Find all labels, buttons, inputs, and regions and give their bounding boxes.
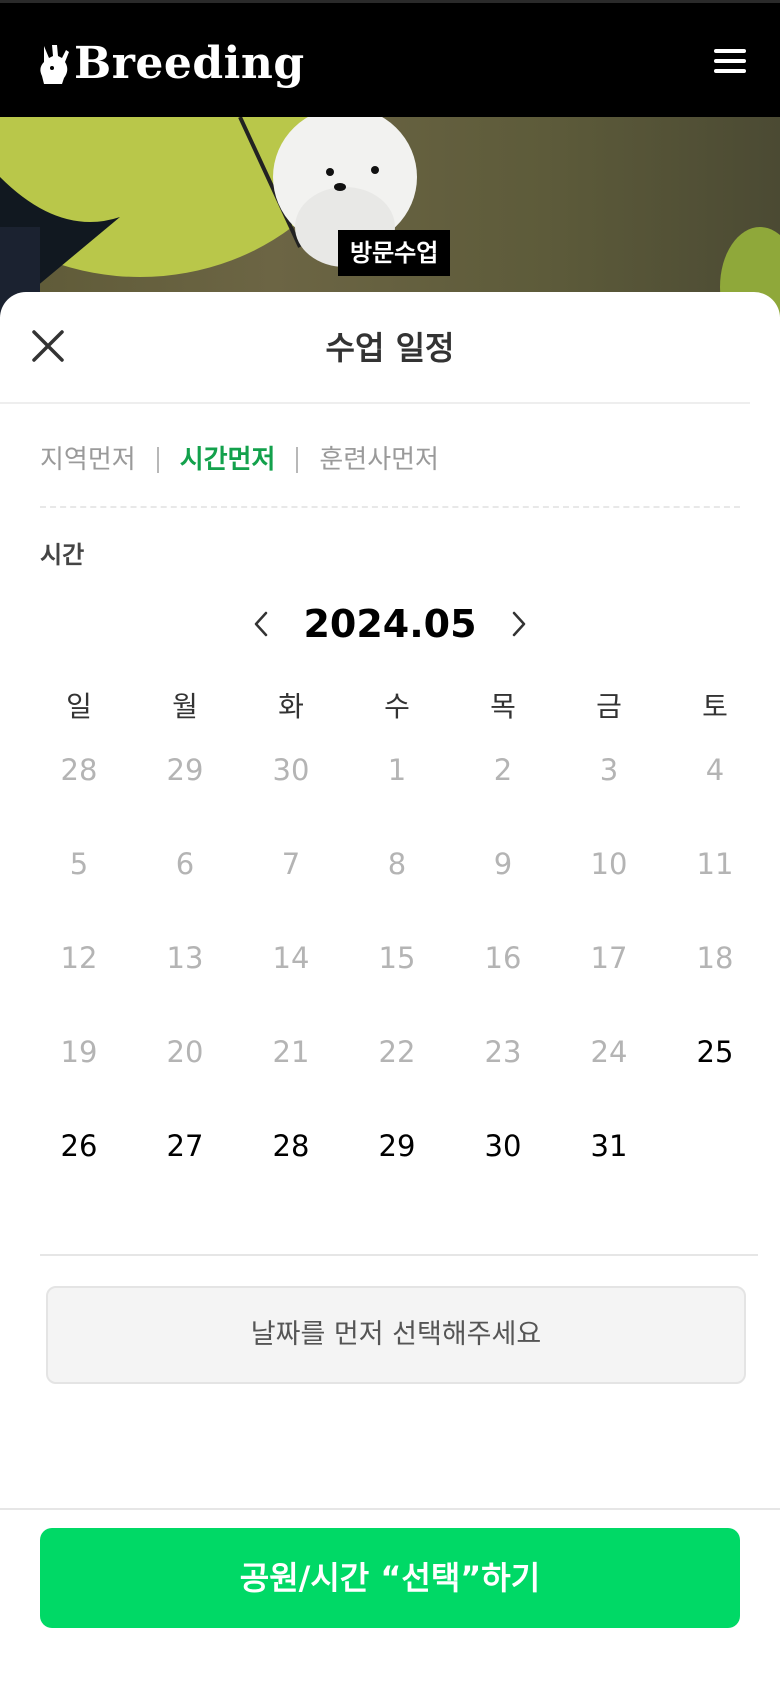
hero-image: 방문수업 bbox=[0, 117, 780, 317]
sheet-title: 수업 일정 bbox=[325, 329, 455, 367]
calendar-day-available[interactable]: 25 bbox=[662, 1032, 768, 1126]
calendar-day-available[interactable]: 27 bbox=[132, 1126, 238, 1220]
calendar-day-disabled: 18 bbox=[696, 941, 734, 975]
weekday-label: 목 bbox=[490, 690, 516, 723]
weekday-label: 토 bbox=[702, 690, 728, 723]
calendar-week-row: 12 13 14 15 16 17 18 bbox=[26, 938, 768, 1032]
calendar-day-available[interactable]: 31 bbox=[556, 1126, 662, 1220]
time-section-label: 시간 bbox=[40, 541, 85, 569]
filter-tabs: 지역먼저 시간먼저 훈련사먼저 bbox=[40, 440, 439, 480]
calendar-day-disabled: 6 bbox=[175, 847, 195, 881]
calendar-day-disabled: 15 bbox=[378, 941, 416, 975]
hero-photo bbox=[0, 117, 780, 317]
calendar-day-disabled: 14 bbox=[272, 941, 310, 975]
calendar-day-disabled: 17 bbox=[590, 941, 628, 975]
calendar-day-disabled: 4 bbox=[705, 753, 725, 787]
visit-class-badge: 방문수업 bbox=[338, 230, 451, 276]
calendar-day-available[interactable]: 30 bbox=[450, 1126, 556, 1220]
app-header: Breeding bbox=[0, 0, 780, 117]
calendar-day-available[interactable]: 29 bbox=[344, 1126, 450, 1220]
calendar-day-disabled: 5 bbox=[69, 847, 89, 881]
calendar-day-disabled: 10 bbox=[590, 847, 628, 881]
divider bbox=[0, 402, 750, 404]
weekday-label: 수 bbox=[384, 690, 410, 723]
calendar-day-disabled: 2 bbox=[493, 753, 513, 787]
calendar-day-disabled: 21 bbox=[272, 1035, 310, 1069]
calendar-day-disabled: 8 bbox=[387, 847, 407, 881]
calendar-day-disabled: 1 bbox=[387, 753, 407, 787]
month-label: 2024.05 bbox=[303, 602, 477, 646]
calendar-week-row: 19 20 21 22 23 24 25 bbox=[26, 1032, 768, 1126]
weekday-label: 월 bbox=[172, 690, 198, 723]
calendar-day-disabled: 12 bbox=[60, 941, 98, 975]
calendar-grid: 28 29 30 1 2 3 4 5 6 7 8 9 10 11 12 13 14 15 16 17 18 19 20 21 2… bbox=[26, 750, 768, 1220]
weekday-label: 일 bbox=[66, 690, 92, 723]
calendar-day-available[interactable]: 26 bbox=[26, 1126, 132, 1220]
weekday-label: 금 bbox=[596, 690, 622, 723]
divider bbox=[40, 1254, 758, 1256]
calendar-day-disabled: 23 bbox=[484, 1035, 522, 1069]
calendar-day-disabled: 20 bbox=[166, 1035, 204, 1069]
tab-region-first[interactable]: 지역먼저 bbox=[40, 440, 136, 480]
calendar-day-disabled: 28 bbox=[60, 753, 98, 787]
chevron-right-icon[interactable] bbox=[499, 604, 539, 644]
tab-trainer-first[interactable]: 훈련사먼저 bbox=[319, 440, 439, 480]
calendar-day-disabled: 11 bbox=[696, 847, 734, 881]
weekday-label: 화 bbox=[278, 690, 304, 723]
calendar-week-row: 28 29 30 1 2 3 4 bbox=[26, 750, 768, 844]
chevron-left-icon[interactable] bbox=[241, 604, 281, 644]
tab-time-first[interactable]: 시간먼저 bbox=[180, 440, 276, 480]
calendar-day-disabled bbox=[662, 1126, 768, 1220]
footer-divider bbox=[0, 1508, 780, 1510]
dashed-divider bbox=[40, 506, 740, 508]
calendar-day-disabled: 3 bbox=[599, 753, 619, 787]
calendar-day-disabled: 16 bbox=[484, 941, 522, 975]
calendar-day-disabled: 22 bbox=[378, 1035, 416, 1069]
weekday-header: 일월화수목금토 bbox=[26, 687, 768, 727]
calendar-day-disabled: 7 bbox=[281, 847, 301, 881]
calendar-day-disabled: 30 bbox=[272, 753, 310, 787]
calendar-day-disabled: 13 bbox=[166, 941, 204, 975]
separator bbox=[296, 447, 299, 473]
month-navigation: 2024.05 bbox=[0, 596, 780, 652]
calendar-week-row: 5 6 7 8 9 10 11 bbox=[26, 844, 768, 938]
calendar-day-disabled: 24 bbox=[590, 1035, 628, 1069]
calendar-week-row: 26 27 28 29 30 31 bbox=[26, 1126, 768, 1220]
calendar-day-disabled: 29 bbox=[166, 753, 204, 787]
bunny-logo-icon bbox=[40, 45, 69, 84]
calendar-day-disabled: 19 bbox=[60, 1035, 98, 1069]
hamburger-menu-icon[interactable] bbox=[708, 43, 752, 83]
schedule-sheet: 수업 일정 지역먼저 시간먼저 훈련사먼저 시간 2024.05 일 월 화 수 목 금 토… bbox=[0, 292, 780, 1688]
separator bbox=[156, 447, 159, 473]
select-park-time-button[interactable]: 공원/시간 “선택”하기 bbox=[40, 1528, 740, 1628]
calendar-day-disabled: 9 bbox=[493, 847, 513, 881]
select-date-hint: 날짜를 먼저 선택해주세요 bbox=[46, 1286, 746, 1384]
logo[interactable]: Breeding bbox=[36, 39, 305, 89]
calendar-day-available[interactable]: 28 bbox=[238, 1126, 344, 1220]
logo-text: Breeding bbox=[74, 38, 305, 89]
